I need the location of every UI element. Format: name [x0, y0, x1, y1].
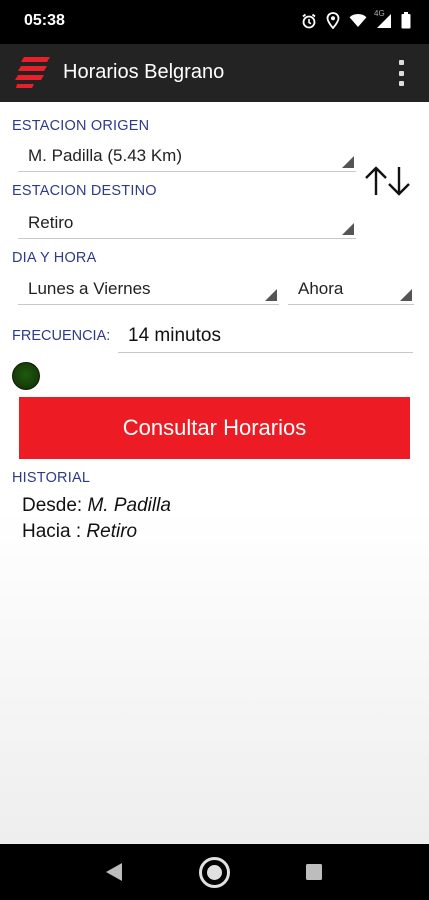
status-icons: 4G [301, 9, 411, 29]
app-title: Horarios Belgrano [63, 61, 225, 83]
day-time-label: DIA Y HORA [12, 250, 97, 266]
overflow-menu-icon[interactable] [395, 58, 407, 88]
recents-icon[interactable] [305, 863, 323, 886]
train-logo-icon [14, 54, 54, 99]
location-icon [326, 12, 340, 29]
history-to[interactable]: Hacia : Retiro [22, 521, 137, 543]
swap-button[interactable] [362, 164, 414, 198]
network-type-label: 4G [374, 8, 385, 18]
nav-bar [0, 844, 429, 900]
origin-value: M. Padilla (5.43 Km) [28, 146, 182, 165]
dropdown-arrow-icon [265, 289, 277, 301]
time-spinner[interactable]: Ahora [288, 277, 414, 305]
history-from[interactable]: Desde: M. Padilla [22, 495, 171, 517]
frequency-field[interactable]: 14 minutos [118, 322, 413, 353]
back-icon[interactable] [104, 861, 124, 888]
dropdown-arrow-icon [342, 223, 354, 235]
day-spinner[interactable]: Lunes a Viernes [18, 277, 279, 305]
origin-spinner[interactable]: M. Padilla (5.43 Km) [18, 144, 356, 172]
frequency-label: FRECUENCIA: [12, 328, 111, 344]
history-to-value: Retiro [86, 521, 138, 542]
status-bar: 05:38 4G [0, 0, 429, 44]
history-from-prefix: Desde: [22, 495, 83, 516]
dropdown-arrow-icon [342, 156, 354, 168]
history-from-value: M. Padilla [87, 495, 171, 516]
dropdown-arrow-icon [400, 289, 412, 301]
consult-button[interactable]: Consultar Horarios [19, 397, 410, 459]
history-label: HISTORIAL [12, 470, 91, 486]
frequency-value: 14 minutos [128, 325, 221, 346]
day-value: Lunes a Viernes [28, 279, 151, 298]
alarm-icon [301, 13, 317, 29]
status-time: 05:38 [24, 12, 65, 29]
wifi-icon [349, 13, 367, 28]
history-to-prefix: Hacia : [22, 521, 82, 542]
home-icon[interactable] [198, 856, 231, 894]
battery-icon [401, 12, 411, 29]
time-value: Ahora [298, 279, 344, 298]
app-bar: Horarios Belgrano [0, 44, 429, 102]
status-indicator [12, 362, 40, 390]
destination-label: ESTACION DESTINO [12, 183, 157, 199]
signal-icon: 4G [374, 9, 392, 29]
destination-spinner[interactable]: Retiro [18, 211, 356, 239]
destination-value: Retiro [28, 213, 74, 232]
origin-label: ESTACION ORIGEN [12, 118, 150, 134]
swap-arrows-icon [362, 166, 414, 202]
